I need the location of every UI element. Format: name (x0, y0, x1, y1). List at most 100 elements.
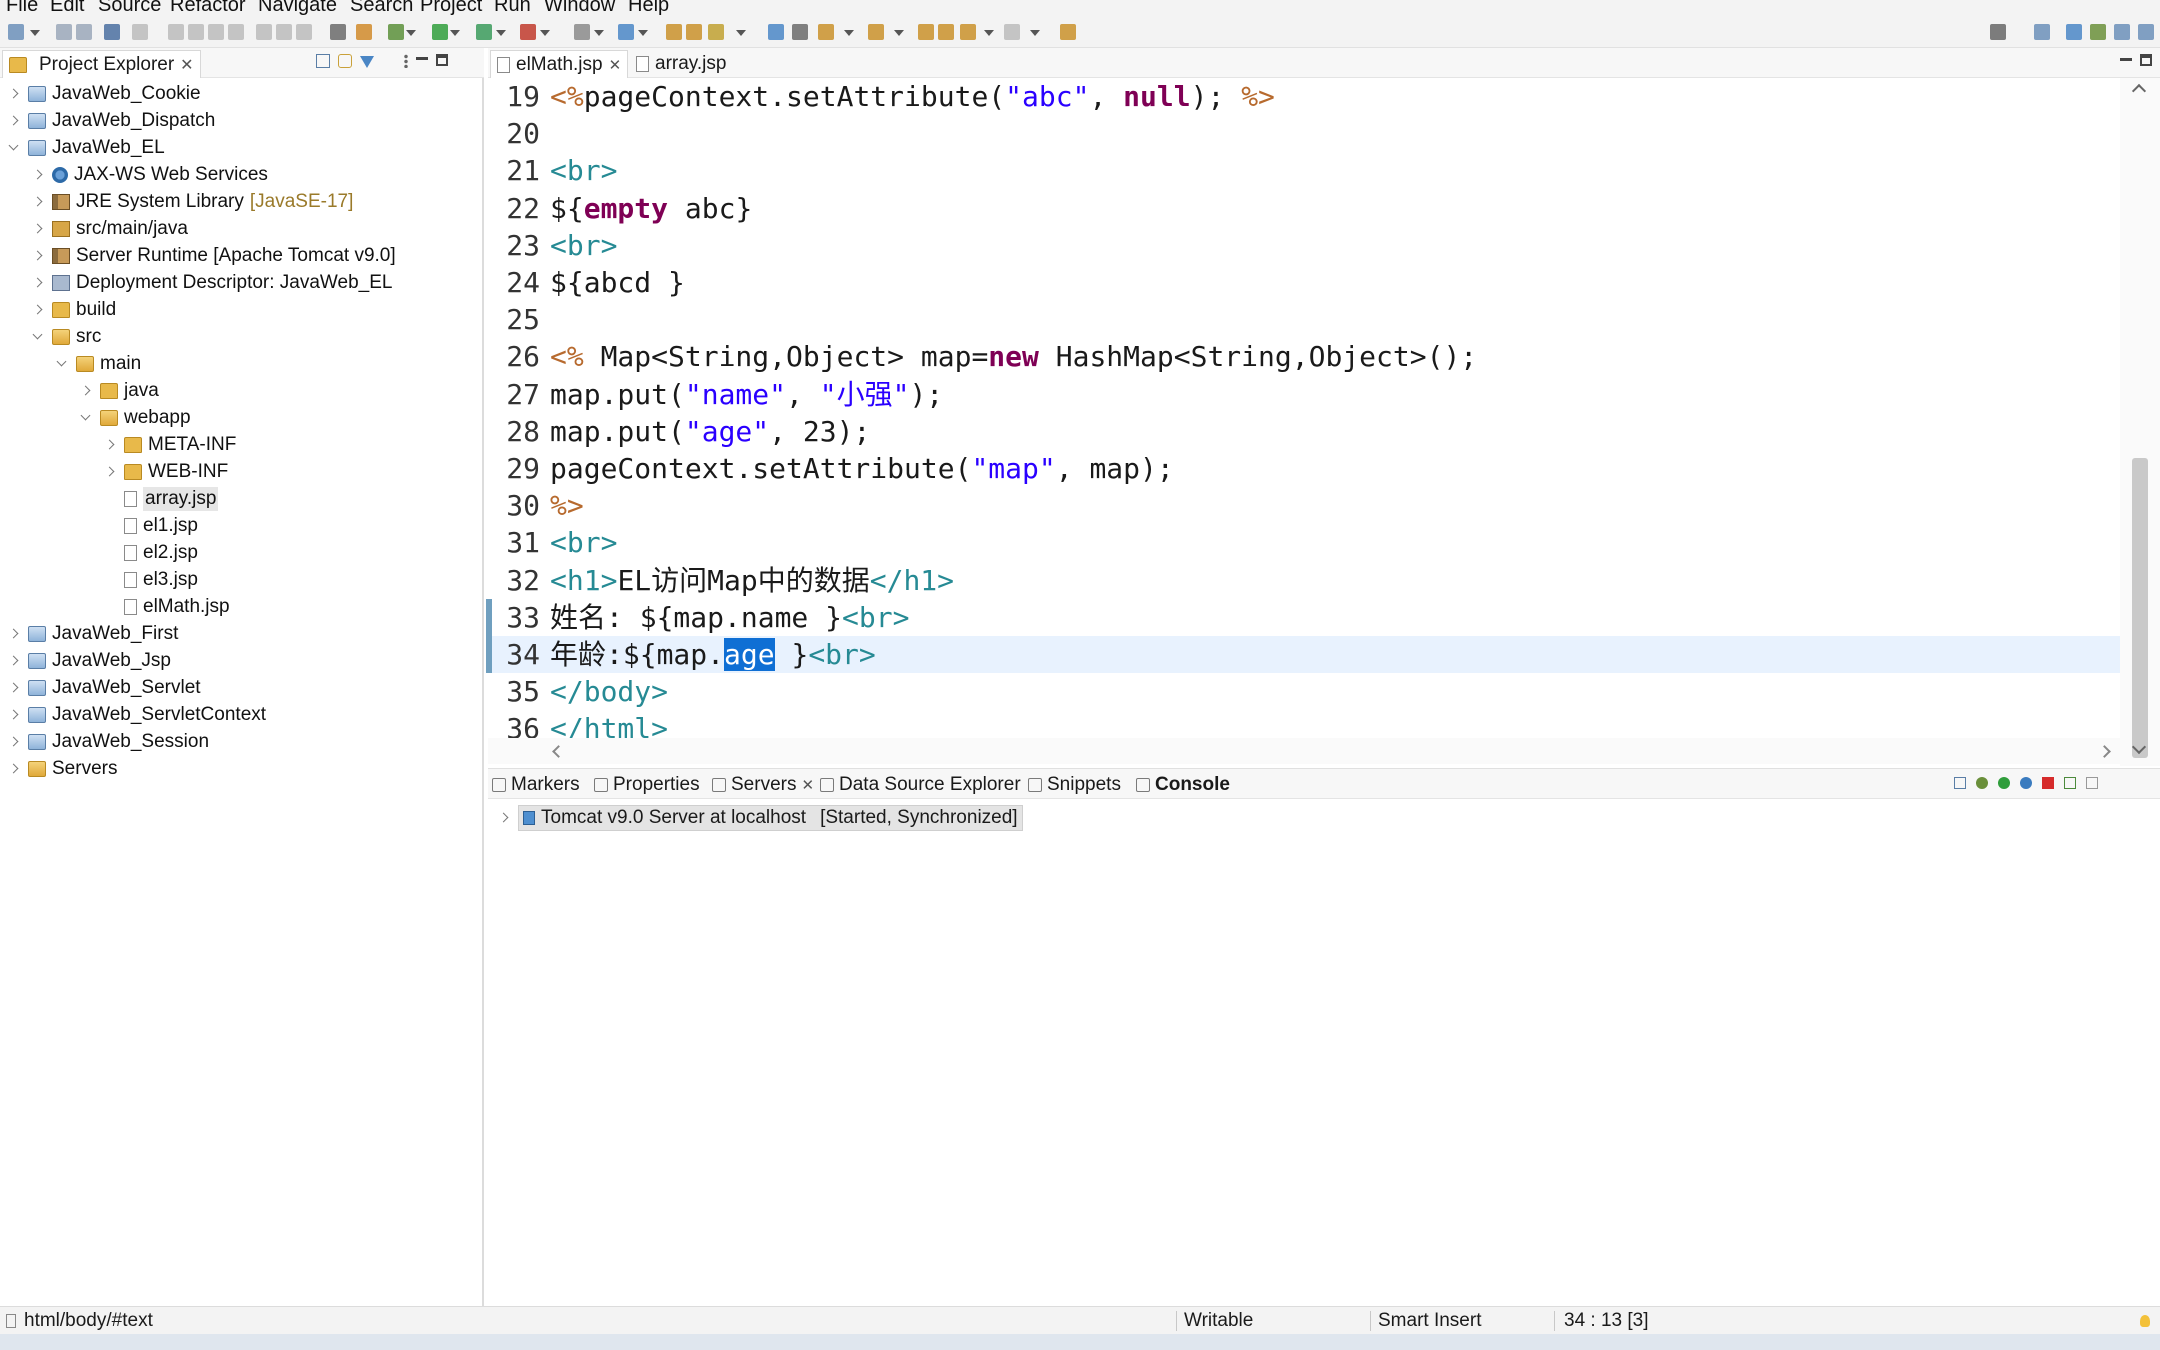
code-line[interactable]: 29 pageContext.setAttribute("map", map); (488, 450, 2120, 487)
chevron-down-icon[interactable] (54, 356, 70, 372)
tree-item[interactable]: webapp (78, 404, 191, 431)
code-editor[interactable]: 19 <%pageContext.setAttribute("abc", null… (486, 78, 2120, 788)
menu-refactor[interactable]: Refactor (170, 0, 246, 16)
tab-markers[interactable]: Markers (492, 772, 580, 798)
debug-server-icon[interactable] (1976, 777, 1988, 789)
edit-icon[interactable] (938, 24, 954, 40)
chevron-down-icon[interactable] (540, 30, 550, 36)
collapse-all-icon[interactable] (316, 54, 330, 68)
task-icon[interactable] (708, 24, 724, 40)
prev-annotation-icon[interactable] (868, 24, 884, 40)
editor-tab[interactable]: elMath.jsp ✕ (490, 50, 629, 78)
chevron-right-icon[interactable] (6, 761, 22, 777)
code-line[interactable]: 26 <% Map<String,Object> map=new HashMap<… (488, 338, 2120, 375)
save-icon[interactable] (56, 24, 72, 40)
menu-search[interactable]: Search (350, 0, 413, 16)
chevron-down-icon[interactable] (844, 30, 854, 36)
publish-icon[interactable] (2064, 777, 2076, 789)
tree-item[interactable]: el2.jsp (102, 539, 198, 566)
code-line[interactable]: 35 </body> (488, 673, 2120, 710)
debug-perspective-icon[interactable] (2090, 24, 2106, 40)
chevron-down-icon[interactable] (78, 410, 94, 426)
menu-run[interactable]: Run (494, 0, 531, 16)
chevron-down-icon[interactable] (1030, 30, 1040, 36)
next-annotation-icon[interactable] (818, 24, 834, 40)
chevron-right-icon[interactable] (30, 302, 46, 318)
chevron-right-icon[interactable] (6, 707, 22, 723)
scroll-thumb[interactable] (2132, 458, 2148, 758)
maximize-icon[interactable] (436, 54, 448, 66)
chevron-down-icon[interactable] (30, 329, 46, 345)
chevron-right-icon[interactable] (30, 275, 46, 291)
code-line[interactable]: 33 姓名: ${map.name }<br> (486, 598, 2120, 636)
debug-icon[interactable] (388, 24, 404, 40)
code-line[interactable]: 28 map.put("age", 23); (488, 413, 2120, 450)
git-icon[interactable] (2138, 24, 2154, 40)
external-tools-icon[interactable] (520, 24, 536, 40)
tree-item[interactable]: WEB-INF (102, 458, 228, 485)
tree-item[interactable]: JavaWeb_Servlet (6, 674, 201, 701)
toggle-icon[interactable] (330, 24, 346, 40)
java-icon[interactable] (356, 24, 372, 40)
code-line[interactable]: 23 <br> (488, 227, 2120, 264)
chevron-right-icon[interactable] (102, 464, 118, 480)
new-icon[interactable] (8, 24, 24, 40)
tree-item[interactable]: src (30, 323, 101, 350)
editor-maximize-icon[interactable] (2140, 54, 2152, 66)
chevron-down-icon[interactable] (450, 30, 460, 36)
kebab-menu-icon[interactable] (404, 54, 408, 68)
close-icon[interactable]: ✕ (180, 55, 193, 75)
tree-item[interactable]: java (78, 377, 159, 404)
step-return-icon[interactable] (296, 24, 312, 40)
collapse-icon[interactable] (1954, 777, 1966, 789)
editor-minimize-icon[interactable] (2120, 58, 2132, 61)
tab-snippets[interactable]: Snippets (1028, 772, 1121, 798)
code-line[interactable]: 30 %> (488, 487, 2120, 524)
search-folder-icon[interactable] (686, 24, 702, 40)
disconnect-icon[interactable] (2086, 777, 2098, 789)
chevron-down-icon[interactable] (496, 30, 506, 36)
stop-icon[interactable] (208, 24, 224, 40)
chevron-right-icon[interactable] (6, 113, 22, 129)
lightbulb-icon[interactable] (2140, 1315, 2150, 1327)
minimize-icon[interactable] (416, 57, 428, 60)
tree-item[interactable]: JavaWeb_Session (6, 728, 209, 755)
chevron-down-icon[interactable] (736, 30, 746, 36)
chevron-right-icon[interactable] (6, 734, 22, 750)
last-edit-icon[interactable] (918, 24, 934, 40)
stop-server-icon[interactable] (2042, 777, 2054, 789)
coverage-icon[interactable] (476, 24, 492, 40)
tab-servers[interactable]: Servers ✕ (712, 772, 814, 798)
open-type-icon[interactable] (666, 24, 682, 40)
tree-item[interactable]: JavaWeb_EL (6, 134, 165, 161)
menu-help[interactable]: Help (628, 0, 669, 16)
tree-item[interactable]: JavaWeb_First (6, 620, 178, 647)
editor-tab[interactable]: array.jsp (630, 50, 732, 78)
menu-file[interactable]: File (6, 0, 38, 16)
new-web-icon[interactable] (618, 24, 634, 40)
back-icon[interactable] (960, 24, 976, 40)
disconnect-icon[interactable] (228, 24, 244, 40)
chevron-down-icon[interactable] (638, 30, 648, 36)
tree-item[interactable]: Servers (6, 755, 117, 782)
tree-item[interactable]: Deployment Descriptor: JavaWeb_EL (30, 269, 392, 296)
tree-item[interactable]: Server Runtime [Apache Tomcat v9.0] (30, 242, 396, 269)
tree-item[interactable]: JavaWeb_Dispatch (6, 107, 215, 134)
chevron-right-icon[interactable] (6, 86, 22, 102)
tab-data-source-explorer[interactable]: Data Source Explorer (820, 772, 1021, 798)
skip-icon[interactable] (132, 24, 148, 40)
tab-project-explorer[interactable]: Project Explorer ✕ (2, 50, 201, 78)
horizontal-scrollbar[interactable] (488, 738, 2120, 764)
step-into-icon[interactable] (256, 24, 272, 40)
tree-item[interactable]: JavaWeb_Cookie (6, 80, 201, 107)
globe-icon[interactable] (768, 24, 784, 40)
tree-item[interactable]: array.jsp (102, 485, 219, 512)
chevron-right-icon[interactable] (30, 167, 46, 183)
tab-console[interactable]: Console (1136, 772, 1230, 798)
vertical-scrollbar[interactable] (2120, 78, 2160, 766)
chevron-down-icon[interactable] (30, 30, 40, 36)
menu-navigate[interactable]: Navigate (258, 0, 337, 16)
chevron-down-icon[interactable] (594, 30, 604, 36)
scroll-right-icon[interactable] (2098, 745, 2111, 758)
new-server-icon[interactable] (574, 24, 590, 40)
